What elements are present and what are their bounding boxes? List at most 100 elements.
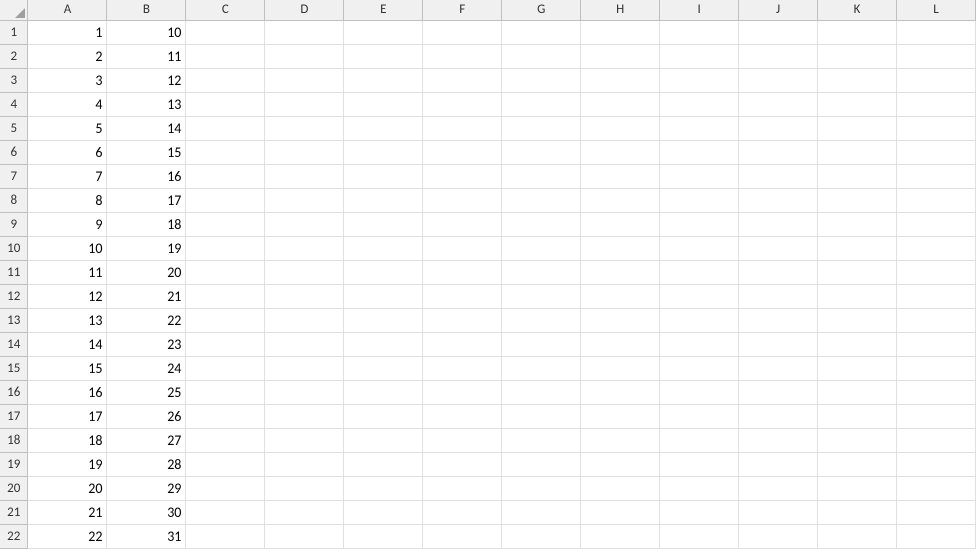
cell-C19[interactable] <box>186 452 265 476</box>
cell-K14[interactable] <box>818 332 897 356</box>
cell-I10[interactable] <box>660 236 739 260</box>
cell-G10[interactable] <box>502 236 581 260</box>
cell-F11[interactable] <box>423 260 502 284</box>
row-header-14[interactable]: 14 <box>0 332 28 356</box>
cell-A3[interactable]: 3 <box>28 68 107 92</box>
cell-D13[interactable] <box>265 308 344 332</box>
cell-A2[interactable]: 2 <box>28 44 107 68</box>
cell-B4[interactable]: 13 <box>107 92 186 116</box>
cell-D16[interactable] <box>265 380 344 404</box>
cell-D4[interactable] <box>265 92 344 116</box>
cell-L15[interactable] <box>896 356 975 380</box>
cell-J8[interactable] <box>739 188 818 212</box>
cell-I2[interactable] <box>660 44 739 68</box>
cell-L4[interactable] <box>896 92 975 116</box>
row-header-8[interactable]: 8 <box>0 188 28 212</box>
cell-A21[interactable]: 21 <box>28 500 107 524</box>
cell-B18[interactable]: 27 <box>107 428 186 452</box>
cell-D3[interactable] <box>265 68 344 92</box>
cell-L19[interactable] <box>896 452 975 476</box>
cell-F4[interactable] <box>423 92 502 116</box>
cell-K15[interactable] <box>818 356 897 380</box>
cell-J13[interactable] <box>739 308 818 332</box>
cell-G12[interactable] <box>502 284 581 308</box>
cell-D21[interactable] <box>265 500 344 524</box>
cell-K9[interactable] <box>818 212 897 236</box>
cell-B20[interactable]: 29 <box>107 476 186 500</box>
row-header-17[interactable]: 17 <box>0 404 28 428</box>
cell-F6[interactable] <box>423 140 502 164</box>
cell-J17[interactable] <box>739 404 818 428</box>
cell-H15[interactable] <box>581 356 660 380</box>
cell-A1[interactable]: 1 <box>28 20 107 44</box>
cell-H19[interactable] <box>581 452 660 476</box>
column-header-I[interactable]: I <box>660 0 739 20</box>
cell-C18[interactable] <box>186 428 265 452</box>
cell-D5[interactable] <box>265 116 344 140</box>
cell-L1[interactable] <box>896 20 975 44</box>
cell-H17[interactable] <box>581 404 660 428</box>
cell-J15[interactable] <box>739 356 818 380</box>
cell-H2[interactable] <box>581 44 660 68</box>
cell-L12[interactable] <box>896 284 975 308</box>
cell-K8[interactable] <box>818 188 897 212</box>
cell-G1[interactable] <box>502 20 581 44</box>
cell-I9[interactable] <box>660 212 739 236</box>
cell-A12[interactable]: 12 <box>28 284 107 308</box>
cell-C2[interactable] <box>186 44 265 68</box>
cell-F18[interactable] <box>423 428 502 452</box>
cell-C16[interactable] <box>186 380 265 404</box>
row-header-12[interactable]: 12 <box>0 284 28 308</box>
row-header-1[interactable]: 1 <box>0 20 28 44</box>
cell-F8[interactable] <box>423 188 502 212</box>
cell-H20[interactable] <box>581 476 660 500</box>
cell-I18[interactable] <box>660 428 739 452</box>
cell-H7[interactable] <box>581 164 660 188</box>
cell-B22[interactable]: 31 <box>107 524 186 548</box>
row-header-22[interactable]: 22 <box>0 524 28 548</box>
cell-J11[interactable] <box>739 260 818 284</box>
cell-G22[interactable] <box>502 524 581 548</box>
cell-H14[interactable] <box>581 332 660 356</box>
cell-C10[interactable] <box>186 236 265 260</box>
cell-B1[interactable]: 10 <box>107 20 186 44</box>
cell-J4[interactable] <box>739 92 818 116</box>
cell-I4[interactable] <box>660 92 739 116</box>
cell-E18[interactable] <box>344 428 423 452</box>
cell-F9[interactable] <box>423 212 502 236</box>
cell-C13[interactable] <box>186 308 265 332</box>
cell-L14[interactable] <box>896 332 975 356</box>
cell-K16[interactable] <box>818 380 897 404</box>
cell-G11[interactable] <box>502 260 581 284</box>
cell-B10[interactable]: 19 <box>107 236 186 260</box>
cell-L16[interactable] <box>896 380 975 404</box>
cell-B16[interactable]: 25 <box>107 380 186 404</box>
cell-G8[interactable] <box>502 188 581 212</box>
cell-C6[interactable] <box>186 140 265 164</box>
cell-I20[interactable] <box>660 476 739 500</box>
cell-L21[interactable] <box>896 500 975 524</box>
cell-G4[interactable] <box>502 92 581 116</box>
cell-C9[interactable] <box>186 212 265 236</box>
cell-F3[interactable] <box>423 68 502 92</box>
cell-G20[interactable] <box>502 476 581 500</box>
cell-H8[interactable] <box>581 188 660 212</box>
cell-A17[interactable]: 17 <box>28 404 107 428</box>
cell-G14[interactable] <box>502 332 581 356</box>
cell-B8[interactable]: 17 <box>107 188 186 212</box>
row-header-10[interactable]: 10 <box>0 236 28 260</box>
row-header-20[interactable]: 20 <box>0 476 28 500</box>
cell-E10[interactable] <box>344 236 423 260</box>
cell-J21[interactable] <box>739 500 818 524</box>
cell-B13[interactable]: 22 <box>107 308 186 332</box>
row-header-2[interactable]: 2 <box>0 44 28 68</box>
cell-D8[interactable] <box>265 188 344 212</box>
cell-I21[interactable] <box>660 500 739 524</box>
cell-K2[interactable] <box>818 44 897 68</box>
cell-E7[interactable] <box>344 164 423 188</box>
cell-I5[interactable] <box>660 116 739 140</box>
cell-B7[interactable]: 16 <box>107 164 186 188</box>
cell-J5[interactable] <box>739 116 818 140</box>
row-header-16[interactable]: 16 <box>0 380 28 404</box>
cell-J10[interactable] <box>739 236 818 260</box>
